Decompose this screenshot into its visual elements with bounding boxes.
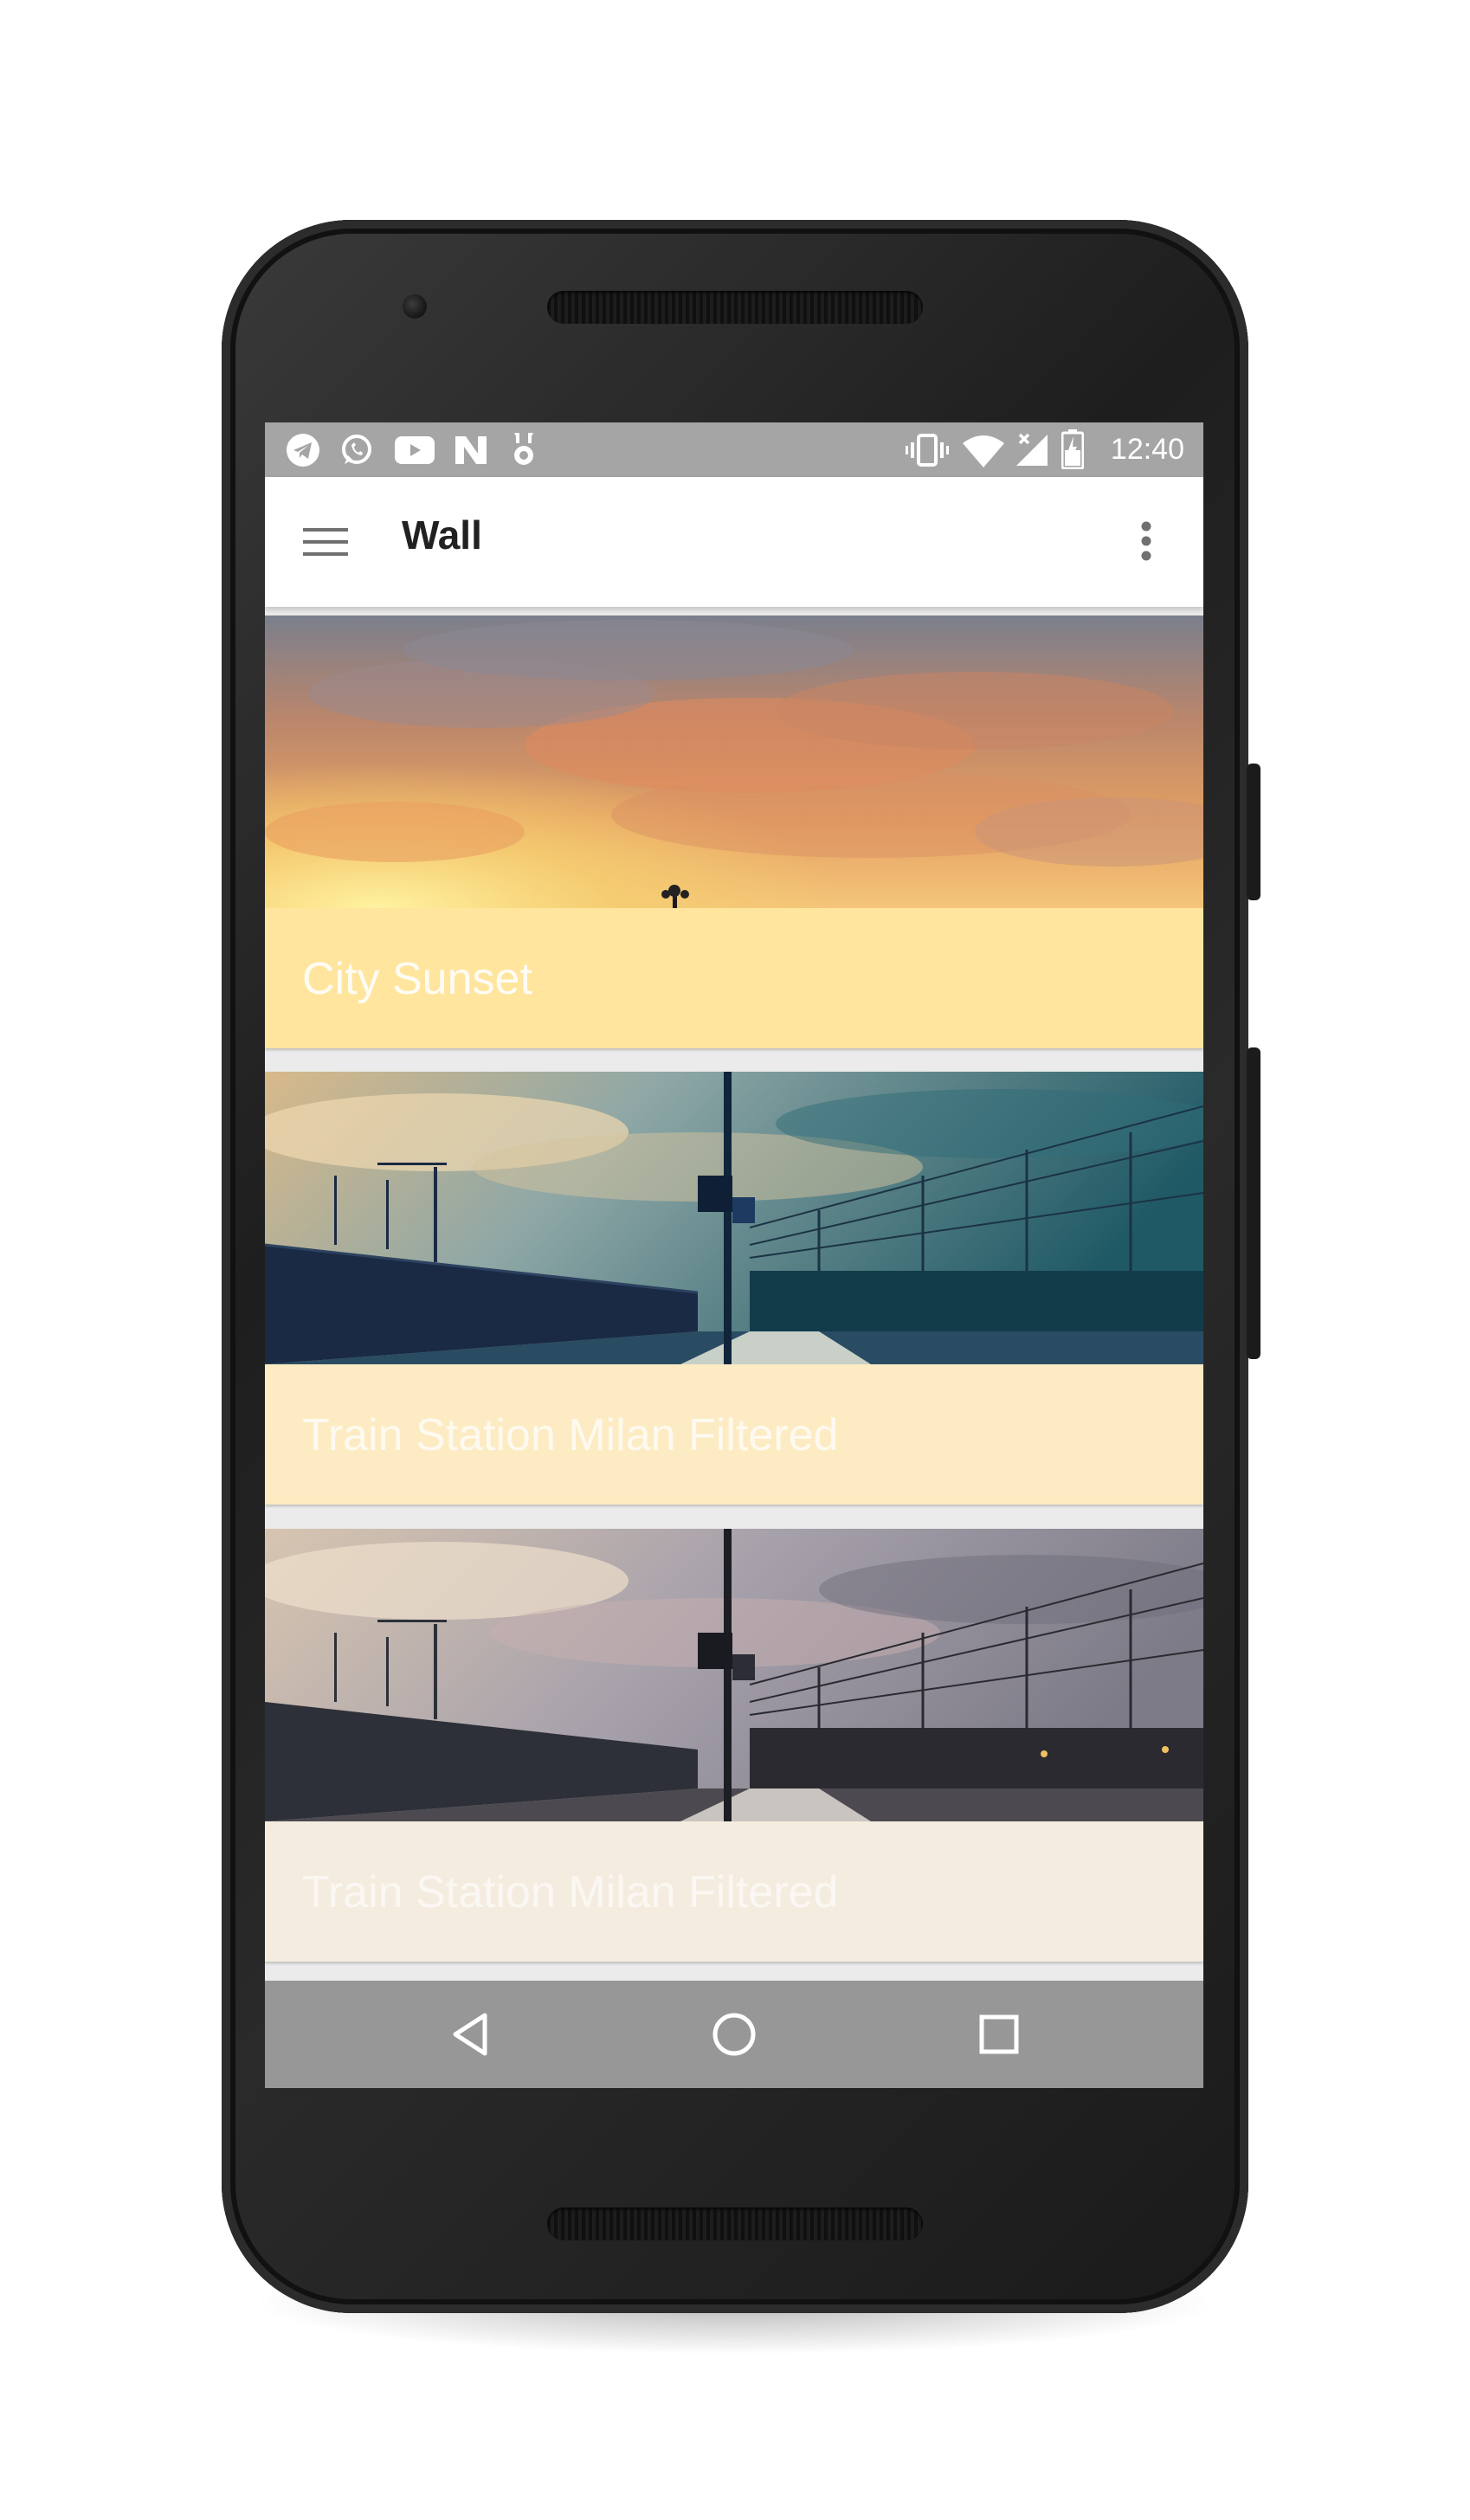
vibrate-icon bbox=[906, 433, 949, 472]
back-icon[interactable] bbox=[447, 2008, 495, 2065]
wallpaper-card-train-station-1[interactable]: Train Station Milan Filtered bbox=[265, 1072, 1203, 1505]
card-image-train-station-2 bbox=[265, 1529, 1203, 1821]
n-app-icon bbox=[454, 435, 488, 470]
wallpaper-card-city-sunset[interactable]: City Sunset bbox=[265, 615, 1203, 1048]
status-time: 12:40 bbox=[1110, 433, 1184, 466]
page-title: Wall bbox=[402, 512, 482, 557]
navigation-bar bbox=[265, 1981, 1203, 2088]
bottom-speaker bbox=[547, 2207, 923, 2240]
screen: 12:40 Wall City Sunset Train Station Mil… bbox=[265, 422, 1203, 2088]
more-vert-icon[interactable] bbox=[1139, 520, 1153, 566]
cell-signal-icon bbox=[1015, 431, 1051, 472]
wifi-icon bbox=[963, 435, 1004, 472]
volume-button[interactable] bbox=[1247, 1047, 1260, 1359]
front-camera bbox=[403, 294, 427, 319]
card-image-train-station-1 bbox=[265, 1072, 1203, 1364]
battery-icon bbox=[1061, 429, 1085, 474]
card-footer: City Sunset bbox=[265, 908, 1203, 1048]
whatsapp-icon bbox=[339, 433, 374, 472]
notification-bell-icon bbox=[509, 431, 538, 472]
card-title: Train Station Milan Filtered bbox=[302, 1410, 839, 1460]
telegram-icon bbox=[286, 433, 320, 472]
card-title: City Sunset bbox=[302, 954, 532, 1004]
app-bar: Wall bbox=[265, 477, 1203, 607]
wallpaper-card-train-station-2[interactable]: Train Station Milan Filtered bbox=[265, 1529, 1203, 1962]
card-footer: Train Station Milan Filtered bbox=[265, 1364, 1203, 1505]
hamburger-menu-icon[interactable] bbox=[303, 525, 348, 564]
power-button[interactable] bbox=[1247, 764, 1260, 900]
card-image-city-sunset bbox=[265, 615, 1203, 908]
status-bar: 12:40 bbox=[265, 422, 1203, 477]
card-title: Train Station Milan Filtered bbox=[302, 1867, 839, 1917]
youtube-icon bbox=[395, 436, 435, 468]
home-icon[interactable] bbox=[708, 2008, 760, 2065]
recents-icon[interactable] bbox=[973, 2008, 1025, 2065]
card-footer: Train Station Milan Filtered bbox=[265, 1821, 1203, 1962]
top-speaker bbox=[547, 291, 923, 324]
